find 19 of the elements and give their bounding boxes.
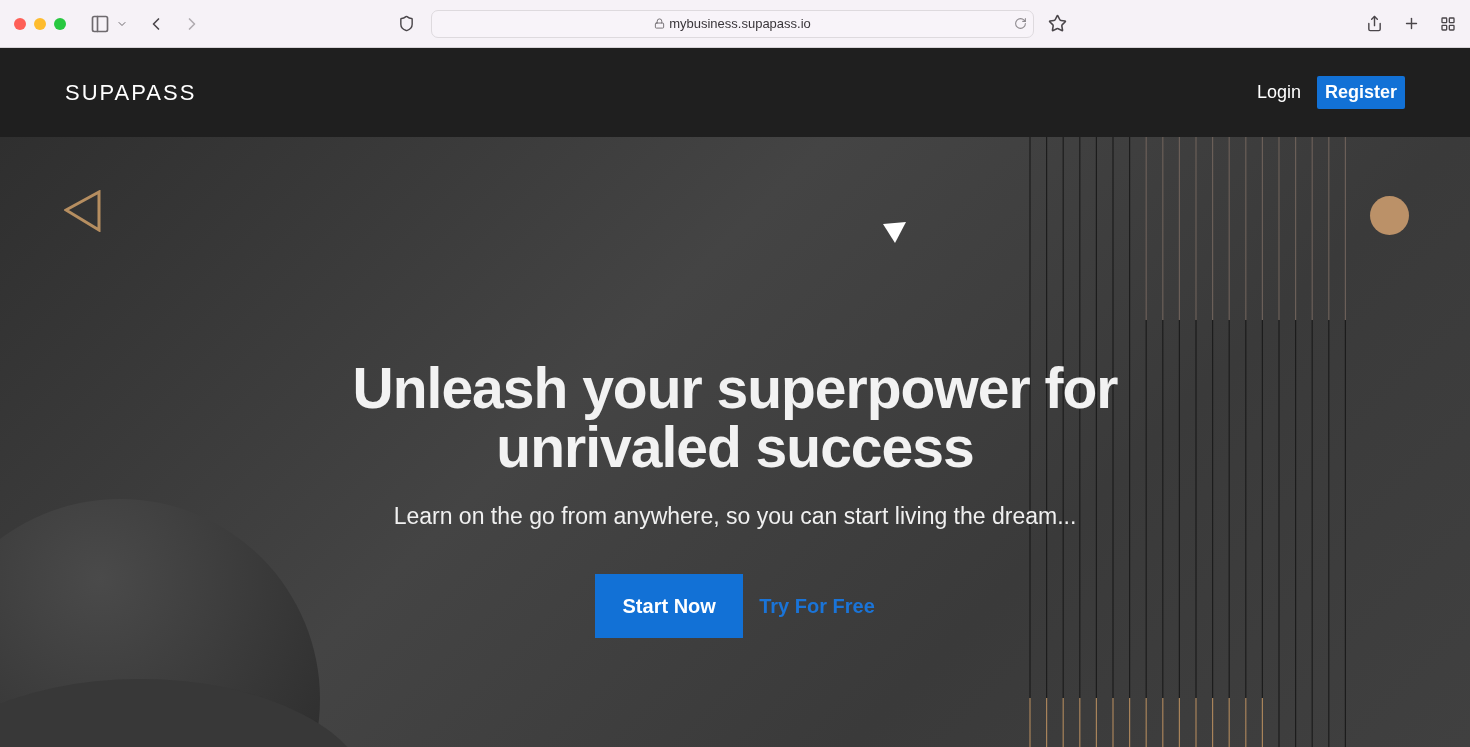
tab-overview-icon[interactable]	[1440, 15, 1456, 32]
triangle-outline-icon	[64, 190, 102, 232]
logo[interactable]: SUPAPASS	[65, 76, 197, 109]
lock-icon	[654, 18, 666, 29]
shield-icon[interactable]	[398, 15, 415, 32]
address-bar[interactable]: mybusiness.supapass.io	[431, 9, 1034, 38]
hero-headline: Unleash your superpower for unrivaled success	[351, 359, 1119, 477]
share-icon[interactable]	[1366, 15, 1383, 32]
url-text: mybusiness.supapass.io	[669, 14, 811, 33]
new-tab-icon[interactable]	[1403, 15, 1420, 32]
sidebar-icon[interactable]	[90, 13, 110, 34]
reload-icon[interactable]	[1014, 17, 1027, 30]
start-now-button[interactable]: Start Now	[595, 573, 744, 638]
login-link[interactable]: Login	[1256, 79, 1301, 106]
hero-subtitle: Learn on the go from anywhere, so you can start living the dream...	[393, 502, 1077, 531]
register-button[interactable]: Register	[1316, 76, 1405, 109]
triangle-icon	[883, 222, 907, 244]
bookmark-star-icon[interactable]	[1048, 14, 1067, 33]
close-window-button[interactable]	[14, 17, 26, 30]
